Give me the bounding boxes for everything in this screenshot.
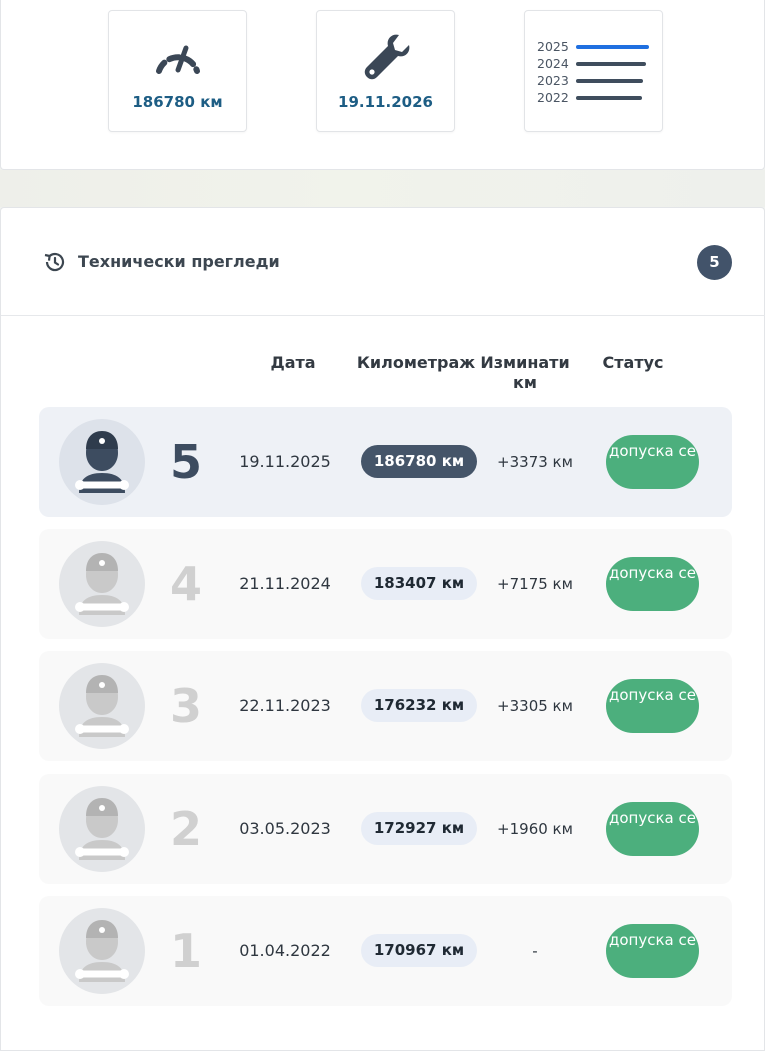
- mileage-change: +1960 км: [497, 820, 573, 838]
- mechanic-avatar: [59, 908, 145, 994]
- mileage-badge: 183407 км: [361, 567, 477, 600]
- mileage-tile[interactable]: 186780 км: [108, 10, 247, 132]
- status-badge: допуска се: [606, 435, 699, 489]
- years-list: 2025 2024 2023 2022: [537, 38, 649, 106]
- year-bar: [576, 44, 649, 49]
- year-label: 2024: [537, 56, 569, 71]
- section-title: Технически прегледи: [78, 252, 280, 271]
- inspection-date: 22.11.2023: [239, 696, 331, 715]
- inspection-number: 1: [169, 924, 202, 978]
- next-inspection-value: 19.11.2026: [338, 93, 433, 111]
- inspections-card: Технически прегледи 5 Дата Километраж Из…: [0, 207, 765, 1051]
- mileage-badge: 170967 км: [361, 934, 477, 967]
- year-bar: [576, 78, 643, 83]
- mechanic-avatar: [59, 419, 145, 505]
- inspection-row[interactable]: 5 19.11.2025 186780 км +3373 км допуска …: [39, 407, 732, 517]
- history-icon: [44, 252, 65, 272]
- mechanic-avatar: [59, 663, 145, 749]
- year-bar: [576, 61, 646, 66]
- section-header: Технически прегледи 5: [1, 208, 765, 316]
- mileage-badge: 176232 км: [361, 689, 477, 722]
- inspection-tile[interactable]: 19.11.2026: [316, 10, 455, 132]
- inspection-number: 2: [169, 802, 202, 856]
- year-label: 2022: [537, 90, 569, 105]
- year-bar: [576, 95, 642, 100]
- inspection-row[interactable]: 4 21.11.2024 183407 км +7175 км допуска …: [39, 529, 732, 639]
- status-badge: допуска се: [606, 679, 699, 733]
- inspection-date: 21.11.2024: [239, 574, 331, 593]
- mechanic-avatar: [59, 786, 145, 872]
- mileage-change: +3373 км: [497, 453, 573, 471]
- mileage-change: -: [532, 942, 538, 960]
- inspection-date: 19.11.2025: [239, 452, 331, 471]
- column-header-status: Статус: [602, 353, 664, 372]
- mechanic-avatar: [59, 541, 145, 627]
- inspection-number: 4: [169, 557, 202, 611]
- count-badge: 5: [697, 245, 732, 280]
- year-label: 2025: [537, 39, 569, 54]
- inspection-row[interactable]: 1 01.04.2022 170967 км - допуска се: [39, 896, 732, 1006]
- mileage-badge: 172927 км: [361, 812, 477, 845]
- inspection-date: 03.05.2023: [239, 819, 331, 838]
- year-row: 2023: [537, 72, 649, 89]
- year-row: 2022: [537, 89, 649, 106]
- inspection-number: 5: [169, 435, 202, 489]
- mechanic-icon: [75, 920, 129, 982]
- mileage-badge: 186780 км: [361, 445, 477, 478]
- wrench-icon: [364, 34, 409, 80]
- column-header-date: Дата: [270, 353, 316, 372]
- inspection-number: 3: [169, 679, 202, 733]
- mileage-value: 186780 км: [132, 93, 223, 111]
- inspection-row[interactable]: 2 03.05.2023 172927 км +1960 км допуска …: [39, 774, 732, 884]
- status-badge: допуска се: [606, 557, 699, 611]
- mechanic-icon: [75, 431, 129, 493]
- status-badge: допуска се: [606, 924, 699, 978]
- column-header-mileage: Километраж: [356, 353, 476, 372]
- year-label: 2023: [537, 73, 569, 88]
- status-badge: допуска се: [606, 802, 699, 856]
- year-row: 2024: [537, 55, 649, 72]
- inspection-row[interactable]: 3 22.11.2023 176232 км +3305 км допуска …: [39, 651, 732, 761]
- mechanic-icon: [75, 553, 129, 615]
- summary-card: 186780 км 19.11.2026 2025 2024 2023 2022: [0, 0, 765, 170]
- mechanic-icon: [75, 675, 129, 737]
- speedometer-icon: [155, 45, 200, 74]
- year-row: 2025: [537, 38, 649, 55]
- column-header-change: Изминати км: [480, 353, 570, 392]
- mileage-change: +3305 км: [497, 697, 573, 715]
- background-band: [0, 170, 765, 207]
- mileage-change: +7175 км: [497, 575, 573, 593]
- mechanic-icon: [75, 798, 129, 860]
- inspection-date: 01.04.2022: [239, 941, 331, 960]
- years-tile[interactable]: 2025 2024 2023 2022: [524, 10, 663, 132]
